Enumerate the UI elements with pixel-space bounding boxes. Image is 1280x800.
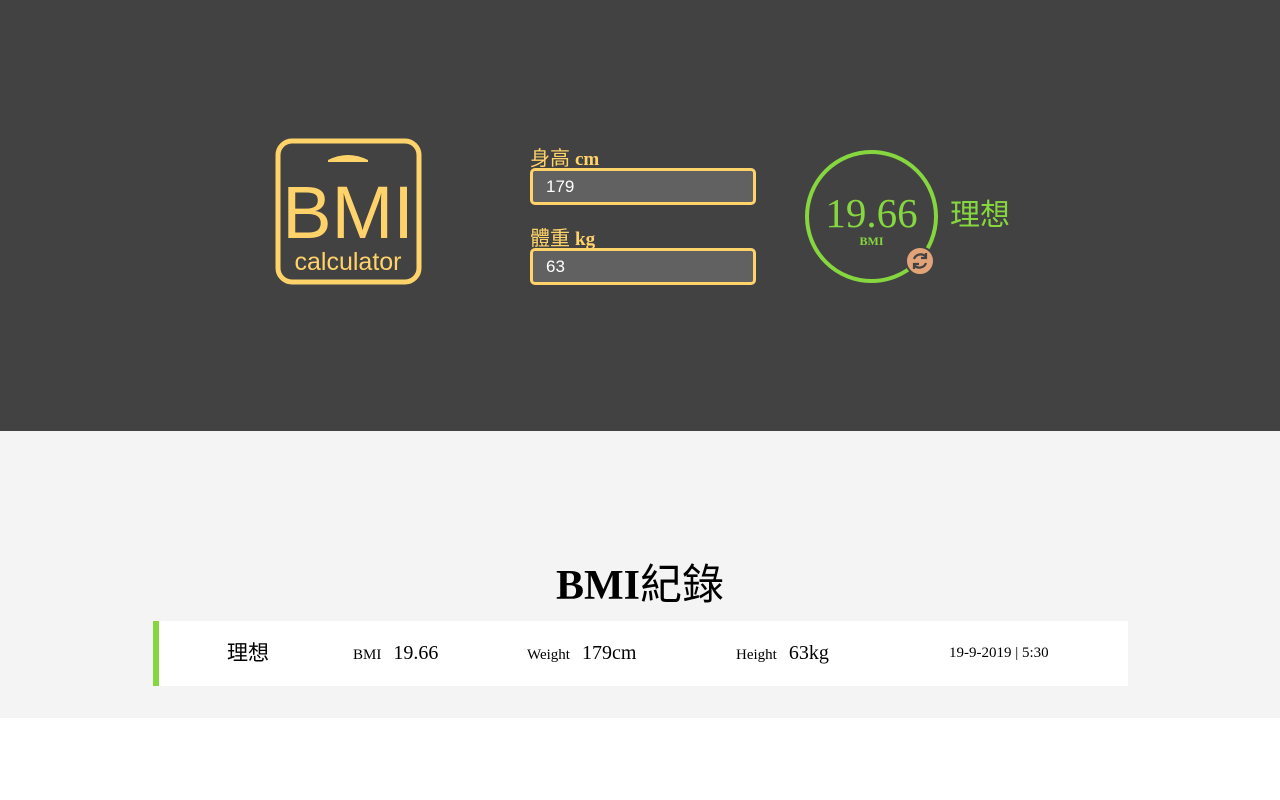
- calculator-panel: BMI calculator 身高 cm 體重 kg 19.66 BMI 理想: [0, 0, 1280, 431]
- record-weight: Weight 179cm: [527, 621, 636, 686]
- weight-unit: kg: [575, 229, 596, 250]
- records-title-latin: BMI: [555, 563, 640, 609]
- height-label: 身高 cm: [530, 142, 599, 171]
- result-bmi-value: 19.66: [825, 190, 918, 236]
- record-date: 19-9-2019 | 5:30: [949, 645, 1049, 661]
- record-bmi-label: BMI: [353, 647, 382, 663]
- records-section: BMI紀錄 理想 BMI 19.66 Weight 179cm Height 6…: [0, 431, 1280, 718]
- logo-sub-text: calculator: [295, 248, 402, 276]
- record-weight-value: 179cm: [581, 642, 637, 664]
- height-unit: cm: [575, 149, 600, 170]
- records-title: BMI紀錄: [0, 551, 1280, 612]
- record-height-label: Height: [736, 647, 777, 663]
- reset-button[interactable]: [905, 246, 935, 276]
- record-row: 理想 BMI 19.66 Weight 179cm Height 63kg 19…: [153, 621, 1128, 686]
- logo-main-text: BMI: [282, 171, 414, 254]
- refresh-icon: [912, 253, 928, 269]
- record-status: 理想: [227, 641, 269, 665]
- weight-label: 體重 kg: [530, 222, 595, 251]
- record-height: Height 63kg: [736, 621, 829, 686]
- height-input[interactable]: [530, 168, 756, 205]
- weight-label-text: 體重: [530, 228, 570, 250]
- record-bmi: BMI 19.66: [353, 621, 438, 686]
- record-bmi-value: 19.66: [393, 642, 439, 664]
- weight-input[interactable]: [530, 248, 756, 285]
- records-title-han: 紀錄: [639, 563, 724, 609]
- record-height-value: 63kg: [788, 642, 829, 664]
- bmi-calculator-logo: BMI calculator: [275, 138, 422, 285]
- height-label-text: 身高: [530, 148, 570, 170]
- result-status: 理想: [950, 199, 1010, 232]
- record-weight-label: Weight: [527, 647, 570, 663]
